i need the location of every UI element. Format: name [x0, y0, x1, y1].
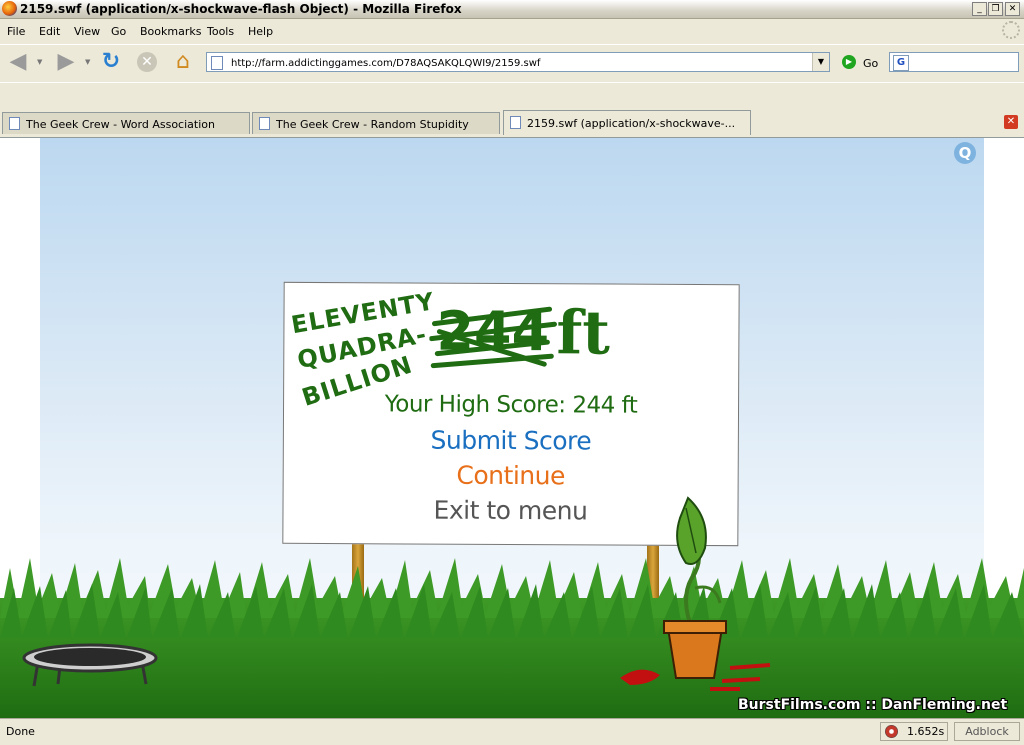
credit-text: BurstFilms.com :: DanFleming.net [738, 697, 1008, 713]
close-window-button[interactable]: ✕ [1005, 2, 1020, 16]
forward-arrow-icon[interactable]: ▶ [52, 48, 80, 76]
tab-random-stupidity[interactable]: The Geek Crew - Random Stupidity [252, 112, 500, 134]
tab-word-association[interactable]: The Geek Crew - Word Association [2, 112, 250, 134]
tab-label: 2159.swf (application/x-shockwave-... [527, 117, 736, 130]
page-icon [510, 116, 521, 129]
search-box[interactable]: G [889, 52, 1019, 72]
minimize-button[interactable]: _ [972, 2, 987, 16]
status-text: Done [6, 725, 35, 738]
grass-field [0, 558, 1024, 718]
load-time-icon [885, 725, 898, 738]
page-icon [211, 56, 223, 70]
high-score-text: Your High Score: 244 ft [384, 391, 638, 419]
home-icon[interactable]: ⌂ [169, 48, 197, 76]
reload-icon[interactable]: ↻ [97, 48, 125, 76]
window-title: 2159.swf (application/x-shockwave-flash … [20, 2, 462, 16]
go-button[interactable]: Go [863, 57, 878, 70]
adblock-button[interactable]: Adblock [954, 722, 1020, 741]
q-logo-icon[interactable]: Q [954, 142, 976, 164]
menu-go[interactable]: Go [111, 25, 126, 38]
score-unit: ft [556, 298, 611, 369]
back-arrow-icon[interactable]: ◀ [4, 48, 32, 76]
search-engine-icon[interactable]: G [893, 55, 909, 71]
load-time-value: 1.652s [907, 725, 945, 738]
close-tab-icon[interactable]: ✕ [1004, 115, 1018, 129]
forward-dropdown-icon[interactable]: ▼ [85, 58, 90, 66]
maximize-button[interactable]: ❐ [988, 2, 1003, 16]
tab-2159-swf[interactable]: 2159.swf (application/x-shockwave-... [503, 110, 751, 135]
submit-score-button[interactable]: Submit Score [284, 425, 738, 456]
url-dropdown-icon[interactable]: ▼ [812, 53, 829, 71]
tab-label: The Geek Crew - Word Association [26, 118, 215, 131]
tab-label: The Geek Crew - Random Stupidity [276, 118, 469, 131]
menu-edit[interactable]: Edit [39, 25, 60, 38]
page-icon [259, 117, 270, 130]
menu-view[interactable]: View [74, 25, 100, 38]
url-input[interactable] [229, 55, 813, 71]
menu-bookmarks[interactable]: Bookmarks [140, 25, 201, 38]
back-dropdown-icon[interactable]: ▼ [37, 58, 42, 66]
potted-plant [620, 496, 771, 691]
trampoline[interactable] [20, 640, 160, 690]
menu-bar: File Edit View Go Bookmarks Tools Help [0, 19, 1024, 43]
go-arrow-icon[interactable]: ▶ [842, 55, 856, 69]
url-bar[interactable]: ▼ [206, 52, 830, 72]
menu-file[interactable]: File [7, 25, 25, 38]
stop-icon[interactable]: ✕ [133, 48, 161, 76]
bookmarks-toolbar [0, 82, 1024, 108]
load-time-panel[interactable]: 1.652s [880, 722, 948, 741]
page-icon [9, 117, 20, 130]
continue-button[interactable]: Continue [284, 460, 738, 491]
throbber-icon [1002, 21, 1020, 39]
scribble-mark [429, 306, 557, 369]
title-bar: 2159.swf (application/x-shockwave-flash … [0, 0, 1024, 19]
status-bar: Done 1.652s Adblock [0, 718, 1024, 745]
firefox-logo-icon [2, 1, 17, 16]
page-content: Q ELEVENTY QUADRA- BILLION 244 ft Your H… [0, 138, 1024, 718]
menu-tools[interactable]: Tools [207, 25, 234, 38]
menu-help[interactable]: Help [248, 25, 273, 38]
